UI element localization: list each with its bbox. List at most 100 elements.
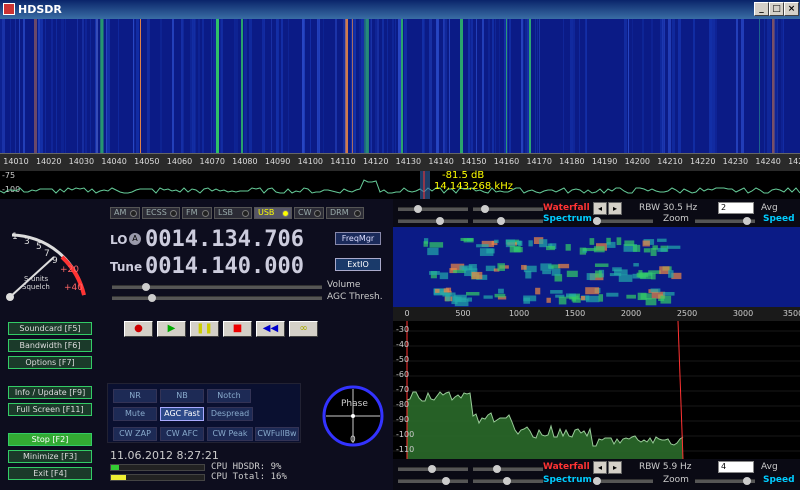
mode-label: LSB [218,208,234,217]
slider-knob[interactable] [743,477,751,485]
dsp-nb-button[interactable]: NB [160,389,204,403]
spectrum-slider-1[interactable] [398,217,468,225]
avg-label-top: Avg [761,203,778,213]
freq-tick-label: 14030 [68,157,95,166]
play-icon: ▶ [167,323,176,334]
dsp-notch-button[interactable]: Notch [207,389,251,403]
rbw-right-button[interactable]: ▸ [608,202,622,215]
rbw-right-button-bottom[interactable]: ▸ [608,461,622,474]
audio-freq-tick-label: 1500 [564,309,586,318]
af-waterfall-slider-1[interactable] [398,465,468,473]
agc-knob[interactable] [148,294,156,302]
stop-playback-button[interactable]: ■ [223,321,252,337]
avg-select-bottom[interactable]: 4 [718,461,754,473]
zoom-slider-left-bottom[interactable] [593,477,653,485]
title-bar[interactable]: HDSDR _ □ × [0,0,800,19]
tune-frequency[interactable]: 0014.140.000 [145,254,304,279]
dsp-cw-afc-button[interactable]: CW AFC [160,427,204,441]
bandwidth-button[interactable]: Bandwidth [F6] [8,339,92,352]
main-spectrum[interactable]: -75 -100 [0,171,800,199]
slider-knob[interactable] [743,217,751,225]
slider-knob[interactable] [593,477,601,485]
freq-tick-label: 14060 [166,157,193,166]
slider-knob[interactable] [493,465,501,473]
rewind-icon: ◀◀ [262,323,279,334]
loop-button[interactable]: ∞ [289,321,318,337]
audio-freq-tick-label: 3500 [782,309,800,318]
freqmgr-button[interactable]: FreqMgr [335,232,381,245]
slider-knob[interactable] [481,205,489,213]
close-window-button[interactable]: × [784,2,799,16]
af-waterfall-slider-2[interactable] [473,465,543,473]
audio-spectrum[interactable]: -30 -40 -50 -60 -70 -80 -90 -100 -110 [393,321,800,459]
pause-button[interactable]: ❚❚ [190,321,219,337]
mode-indicator-icon [170,210,177,217]
agc-threshold-label: AGC Thresh. [327,292,383,302]
minimize-button[interactable]: Minimize [F3] [8,450,92,463]
rewind-button[interactable]: ◀◀ [256,321,285,337]
slider-knob[interactable] [503,477,511,485]
avg-select-top[interactable]: 2 [718,202,754,214]
dsp-nr-button[interactable]: NR [113,389,157,403]
af-spectrum-slider-1[interactable] [398,477,468,485]
dsp-cw-peak-button[interactable]: CW Peak [207,427,253,441]
volume-slider[interactable] [112,283,322,291]
dsp-cw-zap-button[interactable]: CW ZAP [113,427,157,441]
record-button[interactable]: ● [124,321,153,337]
freq-tick-label: 14240 [755,157,781,166]
mode-cw-button[interactable]: CW [294,207,324,219]
soundcard-button[interactable]: Soundcard [F5] [8,322,92,335]
minimize-window-button[interactable]: _ [754,2,769,16]
stop-button[interactable]: Stop [F2] [8,433,92,446]
zoom-slider-right[interactable] [695,217,755,225]
mode-lsb-button[interactable]: LSB [214,207,252,219]
dsp-agc-fast-button[interactable]: AGC Fast [160,407,204,421]
mode-am-button[interactable]: AM [110,207,140,219]
mode-fm-button[interactable]: FM [182,207,212,219]
rf-waterfall-slider-2[interactable] [473,205,543,213]
mode-usb-button[interactable]: USB [254,207,292,219]
options-button[interactable]: Options [F7] [8,356,92,369]
audio-panel: Waterfall ◂ ▸ RBW 30.5 Hz 2 Avg Spectrum… [393,199,800,490]
mode-indicator-icon [354,210,361,217]
mode-drm-button[interactable]: DRM [326,207,364,219]
agc-threshold-slider[interactable] [112,294,322,302]
play-button[interactable]: ▶ [157,321,186,337]
exit-button[interactable]: Exit [F4] [8,467,92,480]
dsp-mute-button[interactable]: Mute [113,407,157,421]
zoom-slider-left[interactable] [593,217,653,225]
zoom-slider-right-bottom[interactable] [695,477,755,485]
rbw-left-button[interactable]: ◂ [593,202,607,215]
extio-button[interactable]: ExtIO [335,258,381,271]
lo-frequency[interactable]: 0014.134.706 [145,227,304,252]
slider-knob[interactable] [428,465,436,473]
slider-knob[interactable] [436,217,444,225]
spectrum-label-top: Spectrum [543,214,592,224]
frequency-axis[interactable]: 14010 14020 14030 14040 14050 14060 14070 14080… [0,153,800,171]
cpu-total-bar [110,474,205,481]
smeter-label-squelch: Squelch [22,283,50,291]
dsp-despread-button[interactable]: Despread [207,407,253,421]
rf-waterfall-slider-1[interactable] [398,205,468,213]
slider-knob[interactable] [414,205,422,213]
audio-waterfall[interactable] [393,227,800,307]
spectrum-slider-2[interactable] [473,217,543,225]
mode-ecss-button[interactable]: ECSS [142,207,180,219]
af-spectrum-slider-2[interactable] [473,477,543,485]
slider-knob[interactable] [497,217,505,225]
lo-lock-button[interactable]: A [129,233,141,245]
frequency-tooltip: -81.5 dB 14,143,268 kHz [434,170,524,194]
smeter-scale-9: 9 [52,256,58,266]
volume-knob[interactable] [142,283,150,291]
slider-knob[interactable] [593,217,601,225]
maximize-window-button[interactable]: □ [769,2,784,16]
main-waterfall[interactable] [0,19,800,153]
smeter-scale-plus20: +20 [60,265,79,275]
full-screen-button[interactable]: Full Screen [F11] [8,403,92,416]
rbw-left-button-bottom[interactable]: ◂ [593,461,607,474]
slider-knob[interactable] [442,477,450,485]
waterfall-label-bottom: Waterfall [543,462,590,472]
info-update-button[interactable]: Info / Update [F9] [8,386,92,399]
dsp-cwfullbw-button[interactable]: CWFullBw [255,427,299,441]
spectrum-label-bottom: Spectrum [543,475,592,485]
